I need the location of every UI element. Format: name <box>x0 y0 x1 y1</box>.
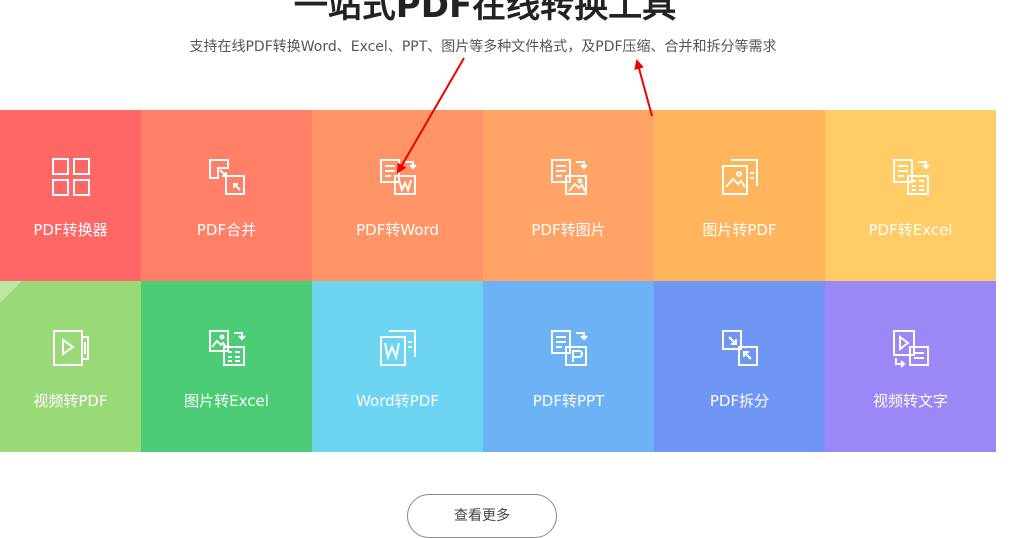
annotation-arrow <box>634 59 653 117</box>
tool-tile-image-to-excel[interactable]: 图片转Excel <box>141 281 312 452</box>
tool-label: 图片转PDF <box>702 221 777 239</box>
image-to-excel-icon <box>207 328 247 368</box>
tool-label: PDF转图片 <box>531 221 606 239</box>
tool-label: 视频转文字 <box>872 392 948 410</box>
word-to-pdf-icon <box>378 328 418 368</box>
tool-label: PDF合并 <box>196 221 257 239</box>
view-more-button[interactable]: 查看更多 <box>407 494 557 538</box>
page-subtitle: 支持在线PDF转换Word、Excel、PPT、图片等多种文件格式，及PDF压缩… <box>189 39 777 55</box>
merge-icon <box>207 157 247 197</box>
pdf-to-image-icon <box>549 157 589 197</box>
tool-tile-word-to-pdf[interactable]: Word转PDF <box>312 281 483 452</box>
grid-icon <box>51 157 91 197</box>
tool-tile-video-to-text[interactable]: 视频转文字 <box>825 281 996 452</box>
split-icon <box>720 328 760 368</box>
tool-label: 视频转PDF <box>33 392 108 410</box>
video-to-pdf-icon <box>51 328 91 368</box>
tool-label: PDF拆分 <box>709 392 770 410</box>
video-to-text-icon <box>891 328 931 368</box>
tool-grid: PDF转换器 PDF合并 PDF转Word PDF转图片 图片转PDF PDF转… <box>0 110 996 452</box>
image-to-pdf-icon <box>720 157 760 197</box>
pdf-to-ppt-icon <box>549 328 589 368</box>
page-title: 一站式PDF在线转换工具 <box>293 0 677 26</box>
pdf-to-excel-icon <box>891 157 931 197</box>
tool-tile-pdf-to-image[interactable]: PDF转图片 <box>483 110 654 281</box>
tool-label: PDF转换器 <box>33 221 108 239</box>
tool-tile-pdf-to-word[interactable]: PDF转Word <box>312 110 483 281</box>
tool-tile-pdf-to-ppt[interactable]: PDF转PPT <box>483 281 654 452</box>
tool-tile-image-to-pdf[interactable]: 图片转PDF <box>654 110 825 281</box>
tool-tile-pdf-converter[interactable]: PDF转换器 <box>0 110 141 281</box>
tool-label: Word转PDF <box>356 392 439 410</box>
tool-label: 图片转Excel <box>184 392 269 410</box>
tool-label: PDF转PPT <box>532 392 605 410</box>
tool-tile-pdf-to-excel[interactable]: PDF转Excel <box>825 110 996 281</box>
tool-tile-pdf-split[interactable]: PDF拆分 <box>654 281 825 452</box>
tool-label: PDF转Word <box>356 221 439 239</box>
tool-tile-video-to-pdf[interactable]: 视频转PDF <box>0 281 141 452</box>
tool-label: PDF转Excel <box>868 221 953 239</box>
tool-tile-pdf-merge[interactable]: PDF合并 <box>141 110 312 281</box>
pdf-to-word-icon <box>378 157 418 197</box>
corner-ribbon <box>0 281 22 303</box>
